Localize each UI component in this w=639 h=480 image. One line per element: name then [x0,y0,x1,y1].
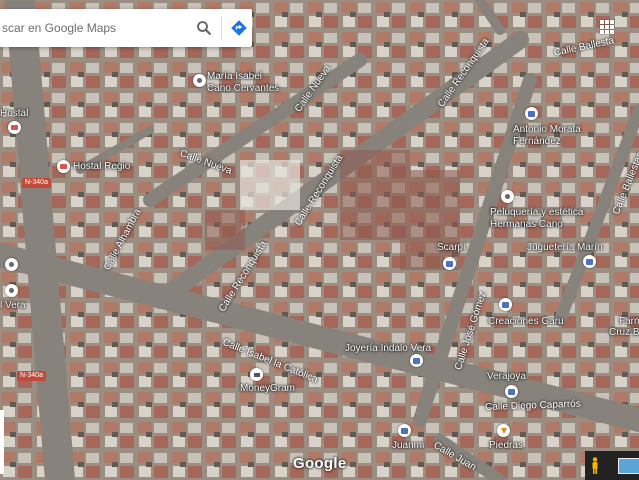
search-box [0,9,252,47]
shop-pin-icon[interactable] [525,107,538,120]
search-button[interactable] [191,15,217,41]
place-label[interactable]: Hostal Regio [73,161,130,172]
place-label[interactable]: Verajoya [487,371,526,382]
place-label[interactable]: Fernández [513,136,561,147]
shop-pin-icon[interactable] [499,298,512,311]
pegman-icon [592,457,598,474]
place-label[interactable]: Cruz Belmont [609,327,639,338]
shop-pin-icon[interactable] [398,424,411,437]
hotel-pin-icon[interactable] [8,121,21,134]
place-label[interactable]: Juanmi [392,440,424,451]
place-label[interactable]: Piedras [489,440,523,451]
search-icon [197,21,212,36]
place-label[interactable]: María Isabel [207,71,262,82]
place-label[interactable]: Scarpi [437,242,465,253]
food-pin-icon[interactable] [497,424,510,437]
place-pin-icon[interactable] [5,258,18,271]
road-badge: N-340a [22,178,51,188]
place-label[interactable]: MoneyGram [240,383,295,394]
place-pin-icon[interactable] [501,190,514,203]
divider [221,16,223,40]
zoom-control[interactable] [0,410,4,474]
shop-pin-icon[interactable] [410,354,423,367]
place-pin-icon[interactable] [5,284,18,297]
place-label[interactable]: Antonio Morata [513,124,581,135]
google-logo: Google [293,455,347,472]
place-label[interactable]: Cano Cervantes [207,83,279,94]
shop-pin-icon[interactable] [443,257,456,270]
road-badge: N-340a [17,371,46,381]
shop-pin-icon[interactable] [583,255,596,268]
place-label[interactable]: Juguetería Marín [527,242,603,253]
place-label[interactable]: l Vera [0,300,26,311]
place-label[interactable]: Hostal [0,108,28,119]
directions-button[interactable] [226,15,252,41]
place-label[interactable]: Joyería Indalo Vera [345,343,431,354]
hotel-pin-icon[interactable] [57,160,70,173]
imagery-thumbnail[interactable] [618,458,639,474]
place-label[interactable]: Hermanas Cano [490,219,563,230]
shop-pin-icon[interactable] [505,385,518,398]
place-label[interactable]: Farmacia [619,316,639,327]
search-input[interactable] [0,21,192,35]
money-pin-icon[interactable] [250,368,263,381]
place-pin-icon[interactable] [193,74,206,87]
directions-icon [231,20,247,36]
place-label[interactable]: Peluquería y estética [490,207,583,218]
place-label[interactable]: Creaciones Garu [488,316,564,327]
apps-grid-icon[interactable] [600,20,614,34]
